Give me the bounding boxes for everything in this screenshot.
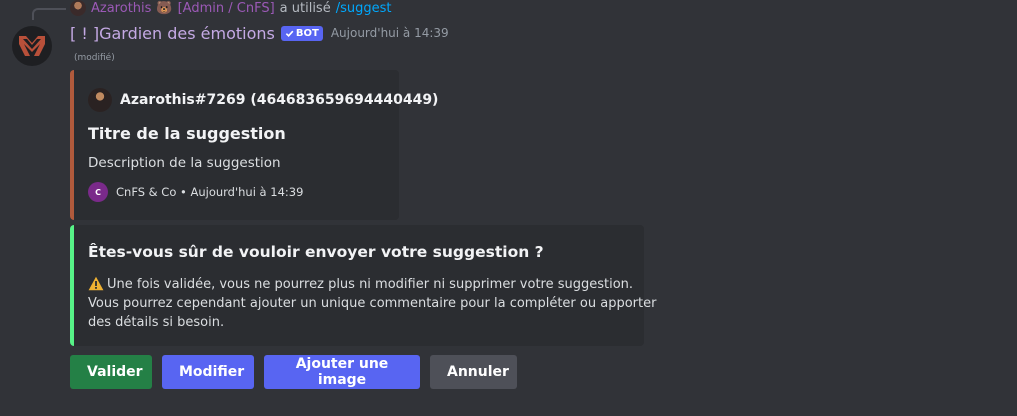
bot-avatar[interactable] <box>12 26 52 66</box>
suggestion-embed: Azarothis#7269 (464683659694440449) Titr… <box>70 70 438 220</box>
interaction-reference[interactable]: Azarothis 🐻 [Admin / CnFS] a utilisé /su… <box>70 0 391 16</box>
interaction-user-name[interactable]: Azarothis <box>91 1 151 16</box>
modify-button[interactable]: Modifier <box>162 355 254 389</box>
checkmark-icon <box>285 30 294 37</box>
validate-button[interactable]: Valider <box>70 355 152 389</box>
embed-description: Description de la suggestion <box>88 155 281 171</box>
embed-author: Azarothis#7269 (464683659694440449) <box>88 88 438 112</box>
confirmation-line-2: Vous pourrez cependant ajouter un unique… <box>88 296 657 311</box>
message-timestamp[interactable]: Aujourd'hui à 14:39 <box>331 26 449 40</box>
confirmation-line-3: des détails si besoin. <box>88 315 225 330</box>
bot-author-name[interactable]: [ ! ]Gardien des émotions <box>70 24 275 43</box>
embed-title: Titre de la suggestion <box>88 124 286 143</box>
embed-footer-text: CnFS & Co • Aujourd'hui à 14:39 <box>116 185 304 199</box>
embed-footer: C CnFS & Co • Aujourd'hui à 14:39 <box>88 182 303 202</box>
edited-label: (modifié) <box>74 53 115 63</box>
confirmation-body: Une fois validée, vous ne pourrez plus n… <box>88 275 657 332</box>
reply-spine <box>32 8 66 20</box>
warning-icon <box>88 276 104 291</box>
bear-emoji: 🐻 <box>156 0 173 16</box>
confirmation-title: Êtes-vous sûr de vouloir envoyer votre s… <box>88 243 544 261</box>
message-header: [ ! ]Gardien des émotions BOT Aujourd'hu… <box>70 22 449 44</box>
footer-icon: C <box>88 182 108 202</box>
cancel-button[interactable]: Annuler <box>430 355 517 389</box>
interaction-action-text: a utilisé <box>279 0 331 16</box>
command-name[interactable]: /suggest <box>336 1 392 16</box>
embed-author-avatar <box>88 88 112 112</box>
bot-badge-label: BOT <box>295 27 319 39</box>
confirmation-line-1: Une fois validée, vous ne pourrez plus n… <box>107 277 634 292</box>
guardian-logo-icon <box>19 36 45 56</box>
action-buttons: Valider Modifier Ajouter une image Annul… <box>70 355 517 389</box>
discord-message: Azarothis 🐻 [Admin / CnFS] a utilisé /su… <box>0 0 1017 416</box>
bot-badge: BOT <box>280 25 323 41</box>
interaction-user-role[interactable]: [Admin / CnFS] <box>178 1 275 16</box>
user-avatar[interactable] <box>70 0 86 16</box>
confirmation-embed: Êtes-vous sûr de vouloir envoyer votre s… <box>70 225 657 346</box>
embed-author-name: Azarothis#7269 (464683659694440449) <box>120 92 439 108</box>
add-image-button[interactable]: Ajouter une image <box>264 355 420 389</box>
